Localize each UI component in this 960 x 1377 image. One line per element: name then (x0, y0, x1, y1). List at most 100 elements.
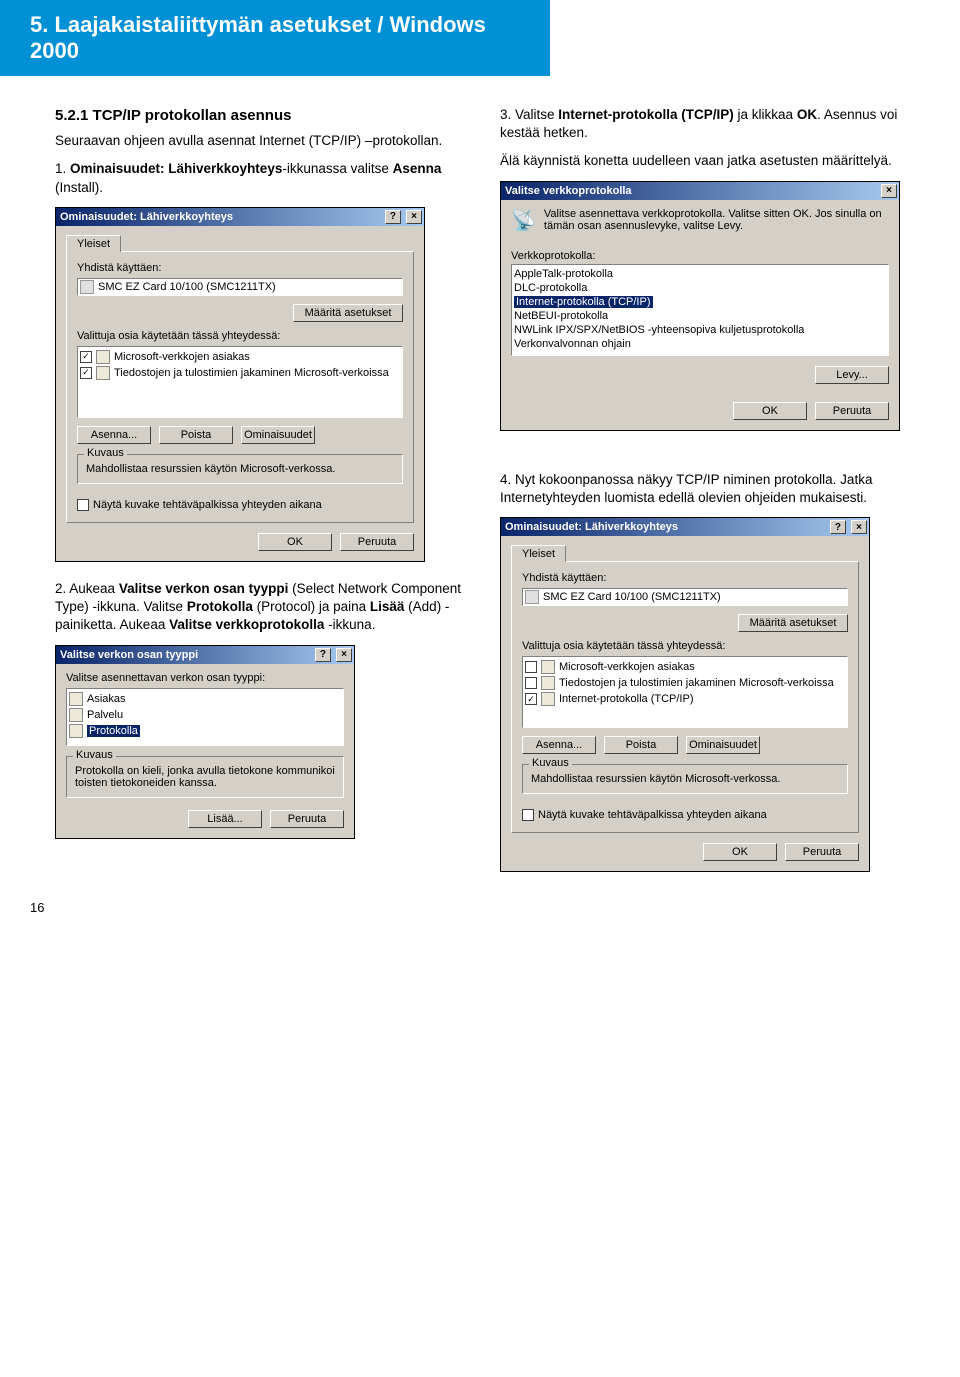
list-item[interactable]: Verkonvalvonnan ohjain (514, 337, 886, 351)
t: Asenna (393, 161, 442, 176)
checkbox-icon[interactable]: ✓ (80, 367, 92, 379)
dialog-title: Valitse verkkoprotokolla (505, 185, 632, 197)
cancel-button[interactable]: Peruuta (270, 810, 344, 828)
t: OK (797, 107, 817, 122)
t: (Protocol) ja paina (253, 599, 370, 614)
close-icon[interactable]: × (851, 520, 867, 534)
dialog-title: Ominaisuudet: Lähiverkkoyhteys (505, 521, 678, 533)
t: Asiakas (87, 693, 126, 705)
list-item[interactable]: Tiedostojen ja tulostimien jakaminen Mic… (525, 675, 845, 691)
configure-button[interactable]: Määritä asetukset (738, 614, 848, 632)
t: DLC-protokolla (514, 282, 587, 294)
dialog-title: Valitse verkon osan tyyppi (60, 649, 198, 661)
t: ja klikkaa (734, 107, 797, 122)
configure-button[interactable]: Määritä asetukset (293, 304, 403, 322)
list-item[interactable]: Palvelu (69, 707, 341, 723)
tab-general[interactable]: Yleiset (66, 235, 121, 252)
dialog-title: Ominaisuudet: Lähiverkkoyhteys (60, 211, 233, 223)
components-list[interactable]: ✓Microsoft-verkkojen asiakas ✓ Tiedostoje… (77, 346, 403, 418)
legend: Kuvaus (84, 447, 127, 459)
help-icon[interactable]: ? (315, 648, 331, 662)
section-header: 5. Laajakaistaliittymän asetukset / Wind… (0, 0, 550, 76)
legend: Kuvaus (529, 757, 572, 769)
t: 1. (55, 161, 70, 176)
protocol-icon (541, 692, 555, 706)
protocol-list[interactable]: AppleTalk-protokolla DLC-protokolla Inte… (511, 264, 889, 356)
legend: Kuvaus (73, 749, 116, 761)
checkbox-icon[interactable] (525, 677, 537, 689)
list-item[interactable]: Protokolla (69, 723, 341, 739)
properties-button[interactable]: Ominaisuudet (241, 426, 315, 444)
right-column: 3. Valitse Internet-protokolla (TCP/IP) … (500, 106, 915, 890)
t: Internet-protokolla (TCP/IP) (558, 107, 734, 122)
close-icon[interactable]: × (336, 648, 352, 662)
network-icon (511, 208, 536, 238)
properties-button[interactable]: Ominaisuudet (686, 736, 760, 754)
add-button[interactable]: Lisää... (188, 810, 262, 828)
prompt-label: Valitse asennettavan verkon osan tyyppi: (66, 672, 344, 684)
adapter-dropdown[interactable]: SMC EZ Card 10/100 (SMC1211TX) (522, 588, 848, 606)
t: Tiedostojen ja tulostimien jakaminen Mic… (559, 677, 834, 689)
t: 2. Aukeaa (55, 581, 119, 596)
dialog-properties-2: Ominaisuudet: Lähiverkkoyhteys ? × Yleis… (500, 517, 870, 872)
step-3: 3. Valitse Internet-protokolla (TCP/IP) … (500, 106, 915, 142)
cancel-button[interactable]: Peruuta (815, 402, 889, 420)
description-text: Protokolla on kieli, jonka avulla tietok… (75, 765, 335, 789)
remove-button[interactable]: Poista (604, 736, 678, 754)
list-item[interactable]: Asiakas (69, 691, 341, 707)
disk-button[interactable]: Levy... (815, 366, 889, 384)
checkbox-icon[interactable] (522, 809, 534, 821)
connect-using-label: Yhdistä käyttäen: (77, 262, 403, 274)
list-item[interactable]: ✓ Tiedostojen ja tulostimien jakaminen Mi… (80, 365, 400, 381)
cancel-button[interactable]: Peruuta (340, 533, 414, 551)
list-item[interactable]: ✓Microsoft-verkkojen asiakas (80, 349, 400, 365)
type-list[interactable]: Asiakas Palvelu Protokolla (66, 688, 344, 746)
client-icon (69, 692, 83, 706)
cancel-button[interactable]: Peruuta (785, 843, 859, 861)
t: (Install). (55, 180, 103, 195)
components-label: Valittuja osia käytetään tässä yhteydess… (522, 640, 848, 652)
adapter-dropdown[interactable]: SMC EZ Card 10/100 (SMC1211TX) (77, 278, 403, 296)
checkbox-icon[interactable] (525, 661, 537, 673)
checkbox-icon[interactable]: ✓ (525, 693, 537, 705)
list-item[interactable]: AppleTalk-protokolla (514, 267, 886, 281)
left-column: 5.2.1 TCP/IP protokollan asennus Seuraav… (55, 106, 470, 890)
t: Microsoft-verkkojen asiakas (559, 661, 695, 673)
list-label: Verkkoprotokolla: (511, 250, 889, 262)
step-4: 4. Nyt kokoonpanossa näkyy TCP/IP nimine… (500, 471, 915, 507)
list-item[interactable]: DLC-protokolla (514, 281, 886, 295)
list-item[interactable]: Microsoft-verkkojen asiakas (525, 659, 845, 675)
tab-general[interactable]: Yleiset (511, 545, 566, 562)
close-icon[interactable]: × (406, 210, 422, 224)
install-button[interactable]: Asenna... (522, 736, 596, 754)
remove-button[interactable]: Poista (159, 426, 233, 444)
list-item[interactable]: NWLink IPX/SPX/NetBIOS -yhteensopiva kul… (514, 323, 886, 337)
t: Internet-protokolla (TCP/IP) (514, 296, 653, 308)
ok-button[interactable]: OK (703, 843, 777, 861)
step-2: 2. Aukeaa Valitse verkon osan tyyppi (Se… (55, 580, 470, 635)
protocol-icon (69, 724, 83, 738)
t: -ikkuna. (324, 617, 375, 632)
hint-text: Valitse asennettava verkkoprotokolla. Va… (544, 208, 889, 232)
components-list[interactable]: Microsoft-verkkojen asiakas Tiedostojen … (522, 656, 848, 728)
description-group: Kuvaus Protokolla on kieli, jonka avulla… (66, 756, 344, 798)
checkbox-icon[interactable] (77, 499, 89, 511)
step-1: 1. Ominaisuudet: Lähiverkkoyhteys-ikkuna… (55, 160, 470, 196)
checkbox-icon[interactable]: ✓ (80, 351, 92, 363)
install-button[interactable]: Asenna... (77, 426, 151, 444)
dialog-select-component-type: Valitse verkon osan tyyppi ? × Valitse a… (55, 645, 355, 839)
help-icon[interactable]: ? (385, 210, 401, 224)
help-icon[interactable]: ? (830, 520, 846, 534)
adapter-name: SMC EZ Card 10/100 (SMC1211TX) (543, 591, 721, 603)
dialog-select-protocol: Valitse verkkoprotokolla × Valitse asenn… (500, 181, 900, 431)
components-label: Valittuja osia käytetään tässä yhteydess… (77, 330, 403, 342)
list-item[interactable]: Internet-protokolla (TCP/IP) (514, 295, 886, 309)
subsection-title: 5.2.1 TCP/IP protokollan asennus (55, 106, 470, 126)
description-text: Mahdollistaa resurssien käytön Microsoft… (86, 463, 335, 475)
ok-button[interactable]: OK (733, 402, 807, 420)
t: Tiedostojen ja tulostimien jakaminen Mic… (114, 367, 389, 379)
close-icon[interactable]: × (881, 184, 897, 198)
list-item[interactable]: ✓Internet-protokolla (TCP/IP) (525, 691, 845, 707)
ok-button[interactable]: OK (258, 533, 332, 551)
list-item[interactable]: NetBEUI-protokolla (514, 309, 886, 323)
